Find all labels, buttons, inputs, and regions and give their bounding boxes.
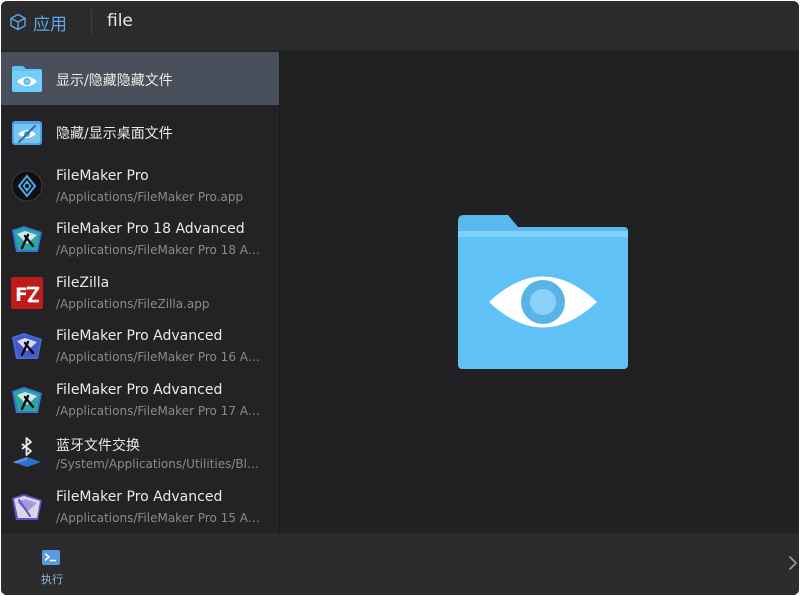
result-title: FileZilla <box>56 275 110 291</box>
result-path: /Applications/FileMaker Pro 16 Adv… <box>56 350 266 364</box>
result-item[interactable]: 蓝牙文件交换 /System/Applications/Utilities/Bl… <box>1 426 279 479</box>
scope-selector[interactable]: 应用 <box>9 10 67 35</box>
results-list[interactable]: 显示/隐藏隐藏文件 隐藏/显示桌面文件 FileMaker Pro /Appli… <box>1 52 279 533</box>
scope-label: 应用 <box>33 14 67 35</box>
cube-icon <box>10 13 26 31</box>
result-item[interactable]: 隐藏/显示桌面文件 <box>1 105 279 158</box>
search-input[interactable] <box>105 5 787 37</box>
result-title: FileMaker Pro 18 Advanced <box>56 221 245 237</box>
bluetooth-icon <box>13 437 41 467</box>
result-item[interactable]: FileMaker Pro Advanced /Applications/Fil… <box>1 319 279 372</box>
result-item[interactable]: FileMaker Pro /Applications/FileMaker Pr… <box>1 159 279 212</box>
result-item[interactable]: F FileZilla /Applications/FileZilla.app <box>1 266 279 319</box>
result-path: /Applications/FileMaker Pro 18 Adv… <box>56 243 266 257</box>
eye-slash-screen-icon <box>12 121 42 145</box>
filemaker-pro-icon <box>11 170 43 202</box>
result-title: FileMaker Pro Advanced <box>56 382 223 398</box>
result-title: FileMaker Pro Advanced <box>56 489 223 505</box>
result-item[interactable]: FileMaker Pro Advanced /Applications/Fil… <box>1 480 279 533</box>
result-path: /Applications/FileZilla.app <box>56 297 210 311</box>
result-title: 显示/隐藏隐藏文件 <box>56 73 173 89</box>
chevron-right-icon[interactable] <box>787 555 799 571</box>
action-bar: 执行 <box>1 533 799 595</box>
filezilla-icon: F <box>11 277 43 309</box>
launcher-window: 应用 显示/隐藏隐藏文件 隐藏/显示桌面文 <box>1 1 799 595</box>
svg-text:F: F <box>15 284 28 306</box>
result-path: /Applications/FileMaker Pro 15 Adv… <box>56 511 266 525</box>
search-bar: 应用 <box>1 1 799 51</box>
preview-pane <box>280 52 799 533</box>
result-path: /Applications/FileMaker Pro 17 Adv… <box>56 404 266 418</box>
terminal-icon <box>42 550 60 565</box>
execute-button[interactable]: 执行 <box>29 547 75 591</box>
result-title: FileMaker Pro <box>56 168 149 184</box>
filemaker-advanced-icon <box>12 387 42 413</box>
result-item[interactable]: FileMaker Pro Advanced /Applications/Fil… <box>1 373 279 426</box>
result-title: 隐藏/显示桌面文件 <box>56 126 173 142</box>
search-divider <box>91 9 92 37</box>
filemaker-advanced-icon <box>12 494 42 520</box>
eye-folder-icon <box>12 66 42 92</box>
filemaker-advanced-icon <box>12 226 42 252</box>
result-title: 蓝牙文件交换 <box>56 438 140 454</box>
result-path: /System/Applications/Utilities/Bluet… <box>56 457 266 471</box>
result-path: /Applications/FileMaker Pro.app <box>56 190 244 204</box>
result-item[interactable]: 显示/隐藏隐藏文件 <box>1 52 279 105</box>
result-title: FileMaker Pro Advanced <box>56 328 223 344</box>
execute-label: 执行 <box>41 573 63 586</box>
result-item[interactable]: FileMaker Pro 18 Advanced /Applications/… <box>1 212 279 265</box>
eye-folder-icon <box>458 215 628 369</box>
filemaker-advanced-icon <box>12 333 42 359</box>
